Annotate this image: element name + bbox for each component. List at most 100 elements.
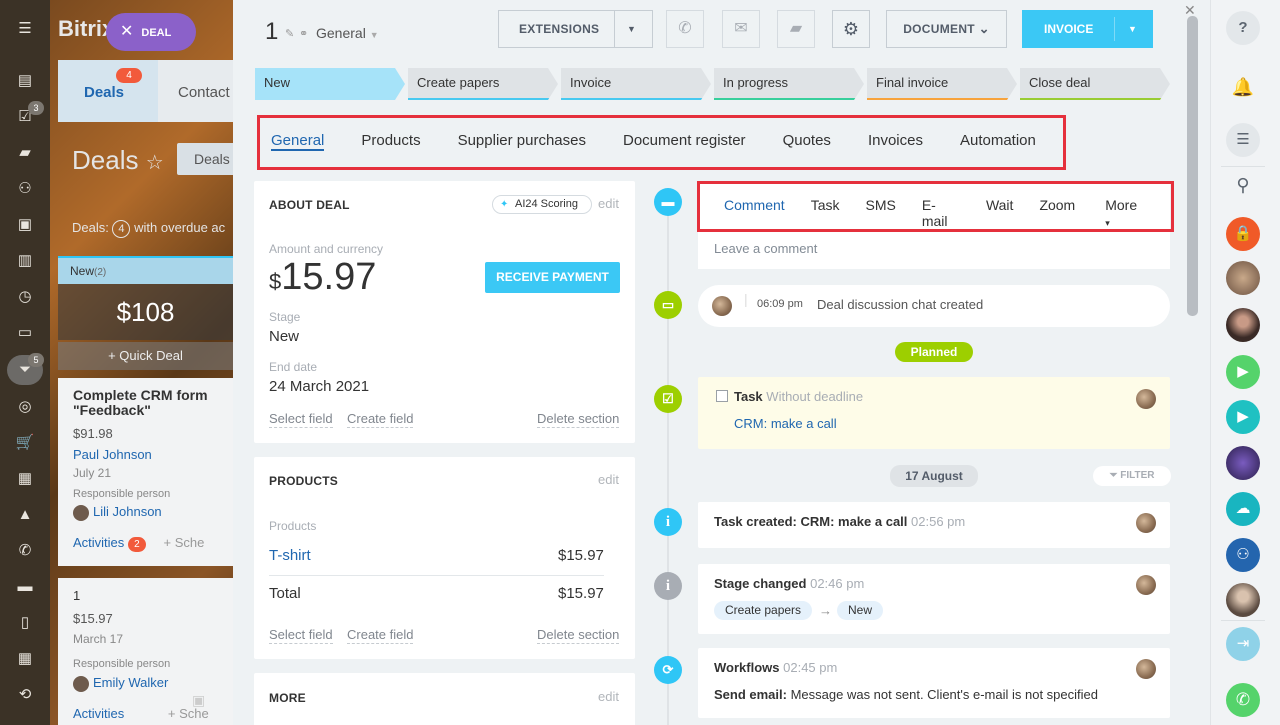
pencil-icon[interactable]: ✎ [285, 27, 294, 40]
calendar-icon[interactable]: ▭ [13, 322, 37, 344]
avatar [1136, 659, 1156, 679]
feed-icon[interactable]: ▤ [13, 70, 37, 92]
task-icon: ☑ [654, 385, 682, 413]
invoice-button[interactable]: INVOICE ▼ [1022, 10, 1153, 48]
sync-icon[interactable]: ⟲ [13, 684, 37, 706]
phone-icon[interactable]: ✆ [13, 540, 37, 562]
chat-icon[interactable]: ▰ [13, 142, 37, 164]
deal-title: 1 [265, 18, 279, 45]
event-title: Stage changed 02:46 pm [714, 576, 865, 591]
video-call-icon[interactable]: ▶ [1226, 400, 1260, 434]
video-icon[interactable]: ▥ [13, 250, 37, 272]
bell-icon[interactable]: 🔔 [1226, 70, 1260, 104]
avatar [1136, 575, 1156, 595]
stage-new[interactable]: New [255, 68, 405, 100]
product-item-price: $15.97 [558, 547, 604, 564]
contacts-icon[interactable]: ▣ [13, 214, 37, 236]
product-item-link[interactable]: T-shirt [269, 547, 311, 564]
task-link[interactable]: CRM: make a call [734, 416, 837, 431]
create-field-link[interactable]: Create field [347, 627, 414, 644]
card-responsible: Emily Walker [73, 675, 233, 692]
gear-icon[interactable]: ⚙ [832, 10, 870, 48]
transfer-icon[interactable]: ⇥ [1226, 627, 1260, 661]
receive-payment-button[interactable]: RECEIVE PAYMENT [485, 262, 620, 293]
clock-icon[interactable]: ◷ [13, 286, 37, 308]
create-field-link[interactable]: Create field [347, 411, 414, 428]
chat-bubble-icon[interactable]: ▰ [777, 10, 815, 48]
scrollbar[interactable] [1187, 16, 1198, 316]
end-date-label: End date [269, 360, 318, 374]
stage-value[interactable]: New [269, 328, 299, 345]
delete-section-link[interactable]: Delete section [537, 411, 620, 428]
stage-invoice[interactable]: Invoice [561, 68, 711, 100]
card-activities: Activities 2 + Sche [73, 534, 205, 552]
ai-scoring-chip[interactable]: ✦ AI24 Scoring [492, 195, 592, 214]
card-contact[interactable]: Paul Johnson [73, 447, 233, 462]
task-checkbox[interactable] [716, 390, 728, 402]
stage-create-papers[interactable]: Create papers [408, 68, 558, 100]
card-date: July 21 [73, 466, 112, 480]
highlight-frame-tabs [257, 115, 1066, 170]
document-button[interactable]: DOCUMENT ⌄ [886, 10, 1007, 48]
stage-close-deal[interactable]: Close deal [1020, 68, 1170, 100]
avatar[interactable] [1226, 583, 1260, 617]
kanban-card[interactable]: Complete CRM form "Feedback" $91.98 Paul… [58, 378, 233, 566]
left-app-bar: ☰ ▤ ☑ 3 ▰ ⚇ ▣ ▥ ◷ ▭ ⏷ 5 ◎ 🛒 ▦ ▲ ✆ ▬ ▯ ▦ … [0, 0, 50, 725]
event-detail: Send email: Message was not sent. Client… [714, 687, 1098, 702]
card-resp-label: Responsible person [73, 658, 171, 670]
select-field-link[interactable]: Select field [269, 627, 333, 644]
schedule-icon[interactable]: ▦ [13, 648, 37, 670]
comment-input[interactable]: Leave a comment [698, 231, 1170, 269]
select-field-link[interactable]: Select field [269, 411, 333, 428]
document-icon[interactable]: ▯ [13, 612, 37, 634]
avatar [73, 504, 89, 521]
link-icon[interactable]: ⚭ [299, 27, 308, 40]
separator: | [744, 291, 748, 307]
quick-deal-button[interactable]: + Quick Deal [58, 342, 233, 370]
target-icon[interactable]: ◎ [13, 396, 37, 418]
bg-filter-field[interactable]: Deals [177, 143, 233, 175]
chat-list-icon[interactable]: ☰ [1226, 123, 1260, 157]
video-call-icon[interactable]: ▶ [1226, 355, 1260, 389]
lock-icon[interactable]: 🔒 [1226, 217, 1260, 251]
avatar[interactable] [1226, 308, 1260, 342]
about-deal-card [254, 181, 635, 443]
group-chat-icon[interactable]: ⚇ [1226, 538, 1260, 572]
call-icon[interactable]: ✆ [666, 10, 704, 48]
card-title: 1 [73, 588, 81, 603]
inbox-icon[interactable]: ▬ [13, 576, 37, 598]
apps-icon[interactable]: ▦ [13, 468, 37, 490]
category-selector[interactable]: General ▼ [316, 25, 379, 41]
search-icon[interactable]: ⚲ [1226, 168, 1260, 202]
stage-final-invoice[interactable]: Final invoice [867, 68, 1017, 100]
chevron-down-icon: ⌄ [978, 21, 990, 36]
stage-in-progress[interactable]: In progress [714, 68, 864, 100]
divider [269, 575, 604, 576]
deal-close-pill[interactable]: ✕ DEAL [106, 13, 196, 51]
chat-icon: ▭ [654, 291, 682, 319]
store-icon[interactable]: ▲ [13, 504, 37, 526]
extensions-button[interactable]: EXTENSIONS ▼ [498, 10, 653, 48]
menu-icon[interactable]: ☰ [13, 18, 37, 40]
cart-icon[interactable]: 🛒 [13, 432, 37, 454]
filter-button[interactable]: ⏷ FILTER [1093, 466, 1171, 486]
avatar[interactable] [1226, 446, 1260, 480]
avatar[interactable] [1226, 261, 1260, 295]
printer-icon[interactable]: ▣ [192, 692, 208, 710]
phone-icon[interactable]: ✆ [1226, 683, 1260, 717]
bg-tab-contacts[interactable]: Contact [178, 84, 230, 101]
delete-section-link[interactable]: Delete section [537, 627, 620, 644]
chevron-down-icon: ▼ [627, 24, 637, 34]
crm-badge: 5 [28, 353, 44, 367]
amount-value: $15.97 [269, 256, 377, 298]
bg-tab-deals[interactable]: Deals [84, 84, 124, 101]
help-icon[interactable]: ? [1226, 11, 1260, 45]
email-icon[interactable]: ✉ [722, 10, 760, 48]
highlight-frame-actions [697, 181, 1174, 232]
divider [1221, 620, 1265, 621]
end-date-value[interactable]: 24 March 2021 [269, 378, 369, 395]
cloud-icon[interactable]: ☁ [1226, 492, 1260, 526]
task-title: Task Without deadline [734, 389, 864, 404]
groups-icon[interactable]: ⚇ [13, 178, 37, 200]
bg-overdue-summary: Deals: 4 with overdue ac [72, 220, 225, 238]
